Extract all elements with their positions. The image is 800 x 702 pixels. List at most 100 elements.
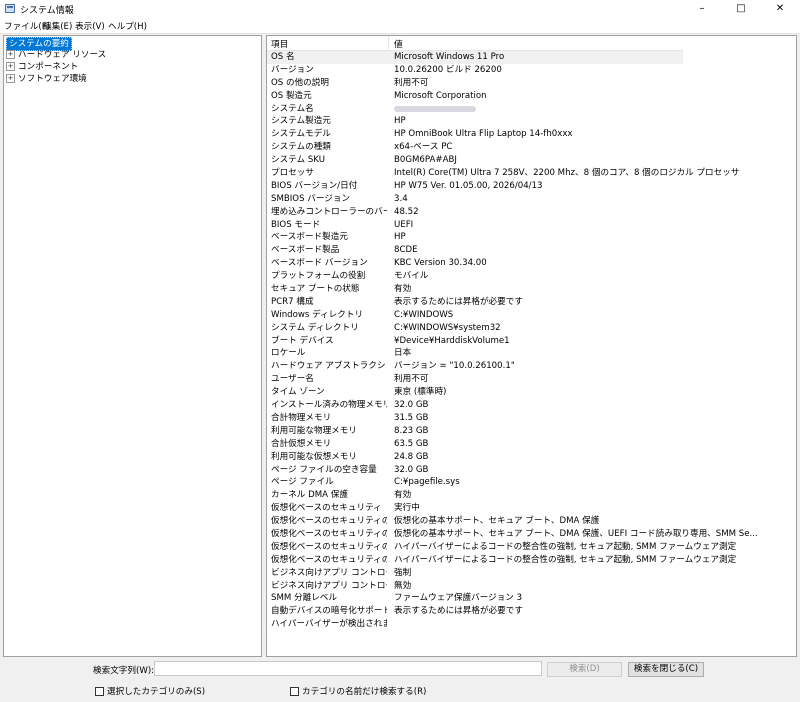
row-value: B0GM6PA#ABJ xyxy=(394,155,457,166)
list-row[interactable]: ページ ファイル C:¥pagefile.sys xyxy=(267,476,796,489)
list-row[interactable]: 利用可能な物理メモリ 8.23 GB xyxy=(267,425,796,438)
list-row[interactable]: 合計物理メモリ 31.5 GB xyxy=(267,412,796,425)
list-row[interactable]: ベースボード製品 8CDE xyxy=(267,244,796,257)
row-value: KBC Version 30.34.00 xyxy=(394,258,487,269)
find-button[interactable]: 検索(D) xyxy=(547,662,622,677)
list-row[interactable]: ブート デバイス ¥Device¥HarddiskVolume1 xyxy=(267,335,796,348)
window-title: システム情報 xyxy=(20,6,74,16)
minimize-button[interactable]: – xyxy=(683,0,721,18)
list-row[interactable]: システム名 xyxy=(267,103,796,116)
row-item: OS 名 xyxy=(271,52,295,62)
list-row[interactable]: ページ ファイルの空き容量 32.0 GB xyxy=(267,464,796,477)
list-row[interactable]: OS 名 Microsoft Windows 11 Pro xyxy=(267,51,683,64)
row-item: プラットフォームの役割 xyxy=(271,271,366,282)
list-row[interactable]: システムモデル HP OmniBook Ultra Flip Laptop 14-… xyxy=(267,128,796,141)
row-item: ハイパーバイザーが検出されました。H... xyxy=(271,619,387,630)
list-row[interactable]: システム SKU B0GM6PA#ABJ xyxy=(267,154,796,167)
row-value: C:¥WINDOWS xyxy=(394,309,454,320)
list-row[interactable]: ベースボード製造元 HP xyxy=(267,231,796,244)
list-row[interactable]: OS の他の説明 利用不可 xyxy=(267,77,796,90)
row-item: PCR7 構成 xyxy=(271,296,314,307)
list-row[interactable]: OS 製造元 Microsoft Corporation xyxy=(267,90,796,103)
list-row[interactable]: システムの種類 x64-ベース PC xyxy=(267,141,796,154)
list-row[interactable]: 自動デバイスの暗号化サポート 表示するためには昇格が必要です xyxy=(267,605,796,618)
list-row[interactable]: 仮想化ベースのセキュリティの実行... ハイパーバイザーによるコードの整合性の強制… xyxy=(267,554,796,567)
menu-view[interactable]: 表示(V) xyxy=(75,20,105,32)
row-value: 8.23 GB xyxy=(394,425,429,436)
details-list[interactable]: 項目 値 OS 名 Microsoft Windows 11 Pro バージョン 10… xyxy=(266,35,797,657)
list-row[interactable]: インストール済みの物理メモリ (RAM) 32.0 GB xyxy=(267,399,796,412)
list-row[interactable]: ハードウェア アブストラクション レイヤーバージョン = "10.0.26100… xyxy=(267,360,796,373)
list-row[interactable]: SMBIOS バージョン 3.4 xyxy=(267,193,796,206)
row-value: ハイパーバイザーによるコードの整合性の強制, セキュア起動, SMM ファームウ… xyxy=(394,554,737,565)
expand-icon[interactable]: + xyxy=(6,50,15,59)
list-row[interactable]: Windows ディレクトリ C:¥WINDOWS xyxy=(267,309,796,322)
list-row[interactable]: PCR7 構成 表示するためには昇格が必要です xyxy=(267,296,796,309)
menu-edit[interactable]: 編集(E) xyxy=(43,20,72,32)
list-row[interactable]: 利用可能な仮想メモリ 24.8 GB xyxy=(267,451,796,464)
list-row[interactable]: カーネル DMA 保護 有効 xyxy=(267,489,796,502)
maximize-button[interactable]: □ xyxy=(722,0,760,18)
row-value: 24.8 GB xyxy=(394,451,429,462)
list-row[interactable]: SMM 分離レベル ファームウェア保護バージョン 3 xyxy=(267,592,796,605)
checkbox-icon[interactable] xyxy=(95,687,104,696)
row-value: Intel(R) Core(TM) Ultra 7 258V、2200 Mhz、… xyxy=(394,168,740,179)
category-names-only-checkbox[interactable]: カテゴリの名前だけ検索する(R) xyxy=(290,685,426,697)
list-row[interactable]: プラットフォームの役割 モバイル xyxy=(267,270,796,283)
row-value: ファームウェア保護バージョン 3 xyxy=(394,593,523,604)
row-item: ロケール xyxy=(271,348,306,359)
row-value: 表示するためには昇格が必要です xyxy=(394,296,523,307)
list-row[interactable]: BIOS モード UEFI xyxy=(267,219,796,232)
only-selected-category-checkbox[interactable]: 選択したカテゴリのみ(S) xyxy=(95,685,205,697)
column-divider[interactable] xyxy=(388,36,389,50)
row-value: 63.5 GB xyxy=(394,438,429,449)
checkbox-icon[interactable] xyxy=(290,687,299,696)
expand-icon[interactable]: + xyxy=(6,62,15,71)
row-value: 31.5 GB xyxy=(394,412,429,423)
menu-help[interactable]: ヘルプ(H) xyxy=(108,20,147,32)
list-row[interactable]: 埋め込みコントローラーのバージョン 48.52 xyxy=(267,206,796,219)
list-row[interactable]: BIOS バージョン/日付 HP W75 Ver. 01.05.00, 2026/… xyxy=(267,180,796,193)
list-row[interactable]: 仮想化ベースのセキュリティの利用... 仮想化の基本サポート、セキュア ブート、D… xyxy=(267,528,796,541)
row-item: ベースボード製品 xyxy=(271,245,340,256)
row-item: 仮想化ベースのセキュリティの構成... xyxy=(271,541,387,552)
list-row[interactable]: 仮想化ベースのセキュリティ 実行中 xyxy=(267,502,796,515)
row-item: 仮想化ベースのセキュリティの実行... xyxy=(271,554,387,565)
list-row[interactable]: 仮想化ベースのセキュリティの構成... ハイパーバイザーによるコードの整合性の強制… xyxy=(267,541,796,554)
list-row[interactable]: プロセッサ Intel(R) Core(TM) Ultra 7 258V、2200… xyxy=(267,167,796,180)
list-row[interactable]: 合計仮想メモリ 63.5 GB xyxy=(267,438,796,451)
column-header-value[interactable]: 値 xyxy=(394,38,403,50)
list-row[interactable]: ビジネス向けアプリ コントロールのユー... 無効 xyxy=(267,580,796,593)
row-item: 合計物理メモリ xyxy=(271,412,332,423)
list-row[interactable]: ベースボード バージョン KBC Version 30.34.00 xyxy=(267,257,796,270)
list-row[interactable]: ユーザー名 利用不可 xyxy=(267,373,796,386)
list-row[interactable]: システム製造元 HP xyxy=(267,115,796,128)
row-value: HP W75 Ver. 01.05.00, 2026/04/13 xyxy=(394,180,543,191)
list-row[interactable]: ロケール 日本 xyxy=(267,347,796,360)
list-row[interactable]: 仮想化ベースのセキュリティの必須セ... 仮想化の基本サポート、セキュア ブート、… xyxy=(267,515,796,528)
row-value: Microsoft Corporation xyxy=(394,90,487,101)
close-button[interactable]: ✕ xyxy=(761,0,799,18)
list-row[interactable]: ビジネス向けアプリ コントロール ポリ... 強制 xyxy=(267,567,796,580)
list-row[interactable]: ハイパーバイザーが検出されました。H... xyxy=(267,618,796,631)
tree-item-components[interactable]: + コンポーネント xyxy=(6,61,78,73)
list-row[interactable]: システム ディレクトリ C:¥WINDOWS¥system32 xyxy=(267,322,796,335)
tree-item-software-environment[interactable]: + ソフトウェア環境 xyxy=(6,73,87,85)
row-item: セキュア ブートの状態 xyxy=(271,284,360,295)
row-item: システムモデル xyxy=(271,129,331,140)
search-input[interactable] xyxy=(154,661,542,676)
expand-icon[interactable]: + xyxy=(6,74,15,83)
close-find-button[interactable]: 検索を閉じる(C) xyxy=(628,662,704,677)
tree-item-hardware-resources[interactable]: + ハードウェア リソース xyxy=(6,49,106,61)
category-tree[interactable]: システムの要約 + ハードウェア リソース + コンポーネント + ソフトウェア環境 xyxy=(3,35,262,657)
list-row[interactable]: バージョン 10.0.26200 ビルド 26200 xyxy=(267,64,796,77)
row-value: 仮想化の基本サポート、セキュア ブート、DMA 保護、UEFI コード読み取り専… xyxy=(394,528,758,539)
row-item: BIOS モード xyxy=(271,219,321,230)
row-item: タイム ゾーン xyxy=(271,387,325,398)
tree-item-label: ハードウェア リソース xyxy=(18,50,107,60)
list-row[interactable]: タイム ゾーン 東京 (標準時) xyxy=(267,386,796,399)
row-item: 仮想化ベースのセキュリティの利用... xyxy=(271,528,387,539)
list-row[interactable]: セキュア ブートの状態 有効 xyxy=(267,283,796,296)
title-bar: システム情報 – □ ✕ xyxy=(0,0,800,18)
column-header-item[interactable]: 項目 xyxy=(271,38,288,50)
